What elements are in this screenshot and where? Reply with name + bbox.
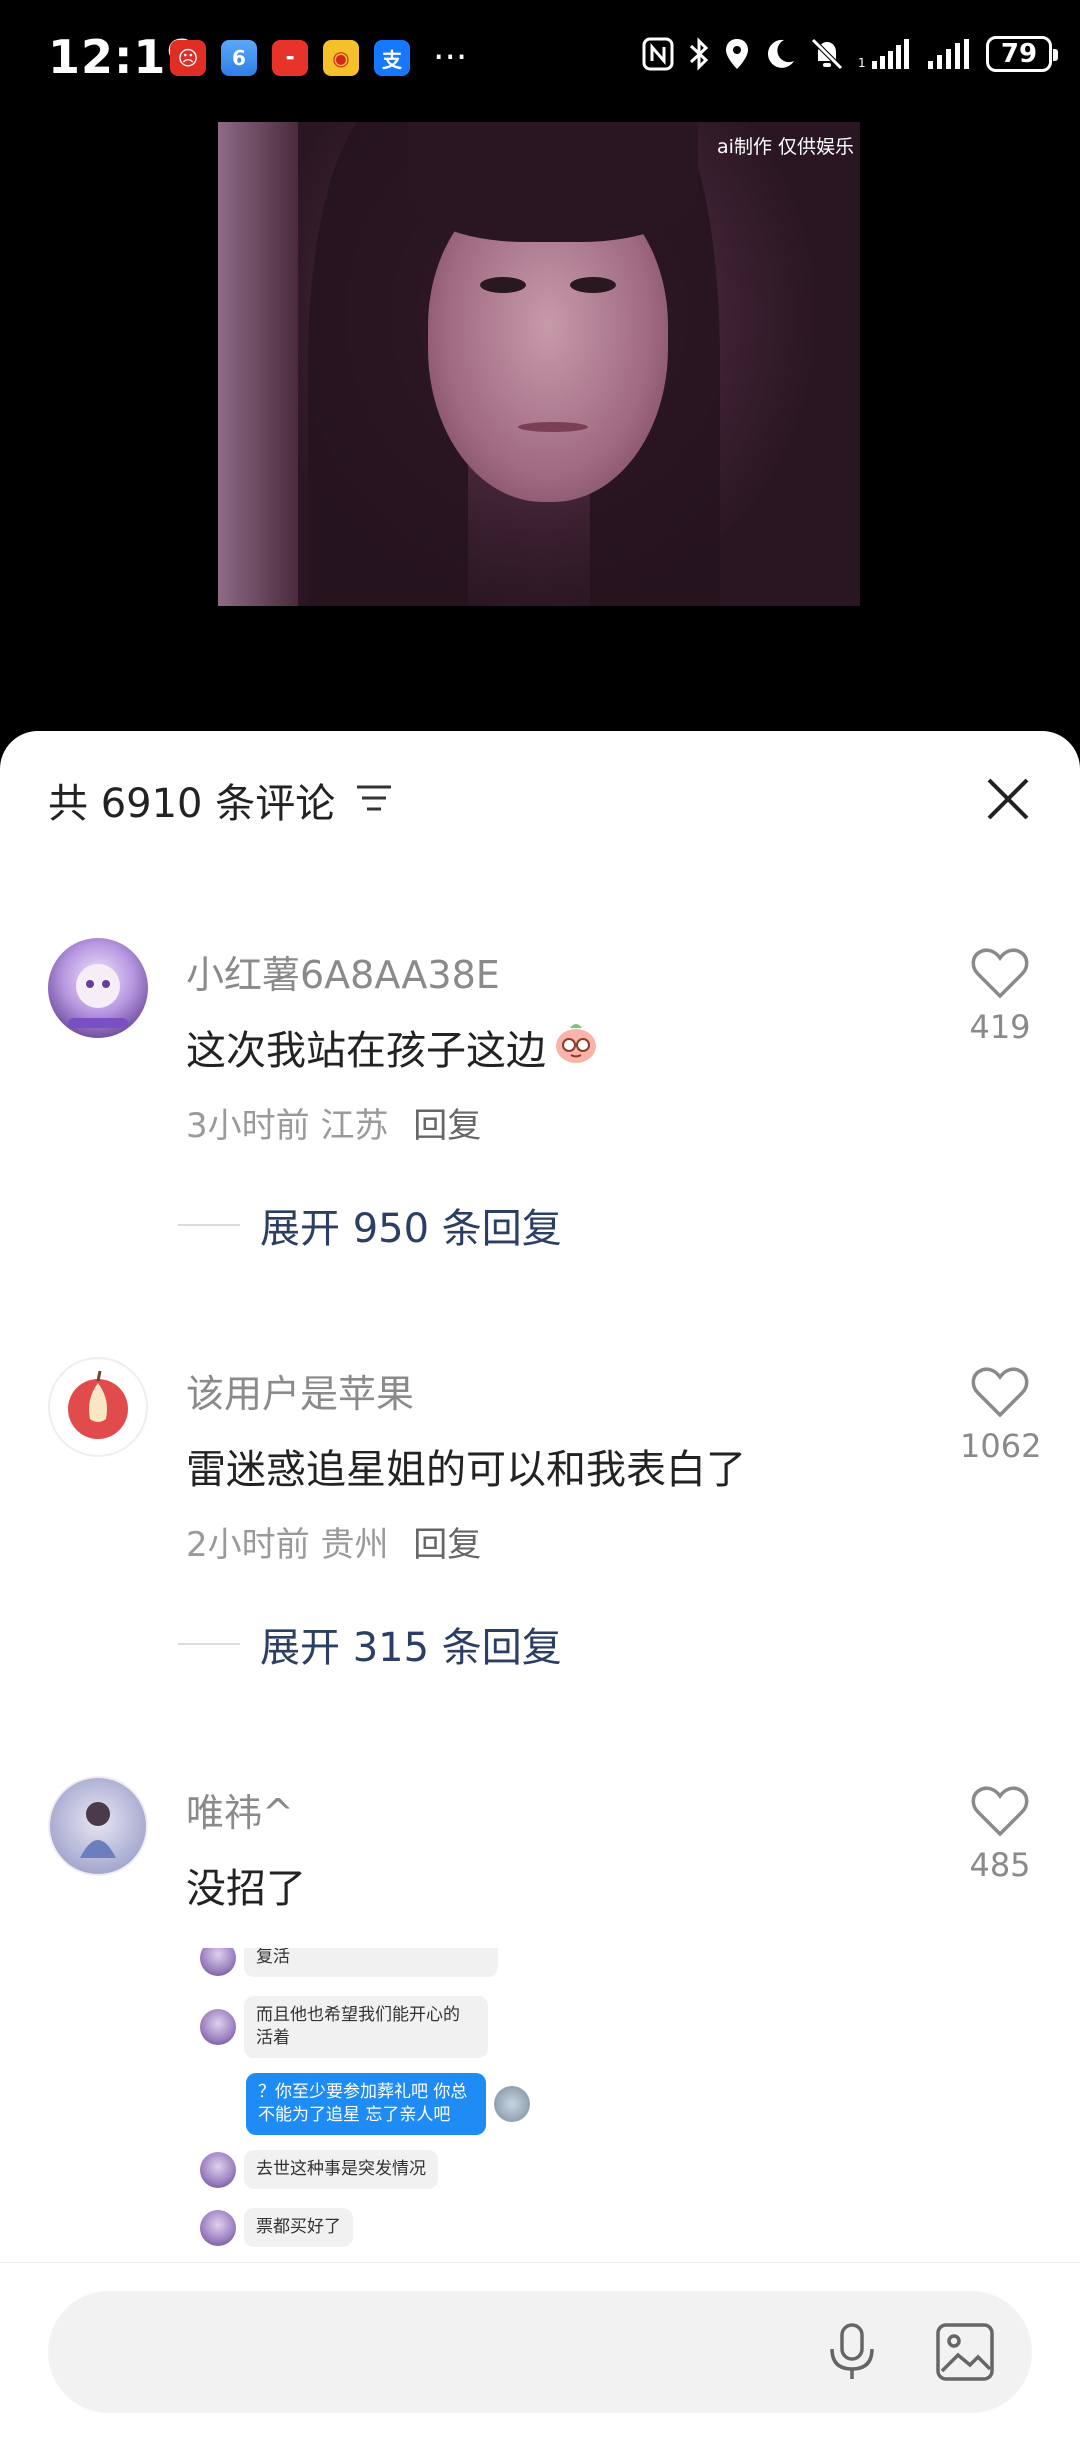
avatar[interactable] bbox=[48, 1776, 148, 1876]
signal-2-icon bbox=[926, 39, 972, 69]
chat-message: 复活 bbox=[200, 1948, 498, 1977]
chat-avatar bbox=[200, 2151, 236, 2188]
location-icon bbox=[724, 37, 750, 71]
comment-meta: 3小时前 江苏 回复 bbox=[186, 1106, 482, 1146]
close-icon[interactable] bbox=[986, 777, 1030, 825]
chat-avatar bbox=[200, 2209, 236, 2246]
ai-watermark: ai制作 仅供娱乐 bbox=[717, 136, 854, 158]
bluetooth-icon bbox=[688, 36, 710, 72]
blue-app-icon: 6 bbox=[221, 40, 257, 76]
heart-icon bbox=[971, 1367, 1029, 1423]
comment-text[interactable]: 没招了 bbox=[186, 1856, 306, 1914]
chat-avatar bbox=[200, 1948, 236, 1976]
alipay-icon: 支 bbox=[374, 40, 410, 76]
comment-meta: 2小时前 贵州 回复 bbox=[186, 1525, 482, 1565]
reply-button[interactable]: 回复 bbox=[413, 1106, 481, 1146]
dnd-moon-icon bbox=[764, 37, 796, 71]
mute-bell-icon bbox=[810, 37, 844, 71]
signal-1-icon: 1 bbox=[858, 39, 912, 69]
battery-indicator: 79 bbox=[986, 36, 1058, 72]
video-background bbox=[218, 122, 298, 606]
status-bar: 12:19 ☹ 6 ▬ ◉ 支 ··· 1 79 bbox=[0, 0, 1080, 120]
peach-emoji-icon bbox=[552, 1018, 600, 1076]
like-button[interactable]: 1062 bbox=[960, 1367, 1042, 1465]
comment-username[interactable]: 该用户是苹果 bbox=[186, 1363, 414, 1418]
svg-text:1: 1 bbox=[858, 56, 866, 69]
like-count: 485 bbox=[969, 1846, 1031, 1884]
chat-message: 去世这种事是突发情况 bbox=[200, 2150, 438, 2189]
comment-username[interactable]: 唯祎^ bbox=[186, 1782, 294, 1837]
status-indicators: 1 79 bbox=[642, 36, 1058, 72]
heart-icon bbox=[971, 948, 1029, 1004]
chat-message: 票都买好了 bbox=[200, 2208, 353, 2247]
comment-text[interactable]: 这次我站在孩子这边 bbox=[186, 1018, 600, 1076]
chat-message: 而且他也希望我们能开心的活着 bbox=[200, 1996, 488, 2058]
chat-message-self: ？你至少要参加葬礼吧 你总不能为了追星 忘了亲人吧 bbox=[246, 2073, 530, 2135]
like-button[interactable]: 485 bbox=[960, 1786, 1040, 1884]
heart-icon bbox=[971, 1786, 1029, 1842]
avatar[interactable] bbox=[48, 938, 148, 1038]
comment-text[interactable]: 雷迷惑追星姐的可以和我表白了 bbox=[186, 1437, 746, 1495]
video-player[interactable]: ai制作 仅供娱乐 bbox=[218, 122, 860, 606]
microphone-icon[interactable] bbox=[822, 2321, 882, 2387]
comment-chat-image[interactable]: 复活 而且他也希望我们能开心的活着 ？你至少要参加葬礼吧 你总不能为了追星 忘了… bbox=[186, 1948, 586, 2258]
like-button[interactable]: 419 bbox=[960, 948, 1040, 1046]
sort-filter-icon[interactable] bbox=[355, 783, 393, 817]
reply-button[interactable]: 回复 bbox=[413, 1525, 481, 1565]
weibo-icon: ◉ bbox=[323, 40, 359, 76]
image-upload-icon[interactable] bbox=[934, 2321, 996, 2387]
more-notifications-icon: ··· bbox=[433, 37, 468, 78]
chat-avatar bbox=[200, 2009, 236, 2045]
comments-header: 共 6910 条评论 bbox=[48, 771, 393, 829]
nfc-icon bbox=[642, 37, 674, 71]
like-count: 419 bbox=[969, 1008, 1031, 1046]
notification-app-icons: ☹ 6 ▬ ◉ 支 ··· bbox=[170, 40, 467, 76]
like-count: 1062 bbox=[960, 1427, 1042, 1465]
avatar[interactable] bbox=[48, 1357, 148, 1457]
huawei-icon: ▬ bbox=[272, 40, 308, 76]
comment-input-area bbox=[0, 2262, 1080, 2441]
comment-username[interactable]: 小红薯6A8AA38E bbox=[186, 944, 500, 999]
comment-input[interactable] bbox=[96, 2331, 800, 2373]
comment-count-title: 共 6910 条评论 bbox=[48, 781, 336, 827]
expand-replies-button[interactable]: 展开 950 条回复 bbox=[178, 1196, 562, 1254]
expand-replies-button[interactable]: 展开 315 条回复 bbox=[178, 1615, 562, 1673]
pdd-icon: ☹ bbox=[170, 40, 206, 76]
comment-input-bar bbox=[48, 2291, 1032, 2413]
chat-avatar bbox=[494, 2086, 530, 2122]
